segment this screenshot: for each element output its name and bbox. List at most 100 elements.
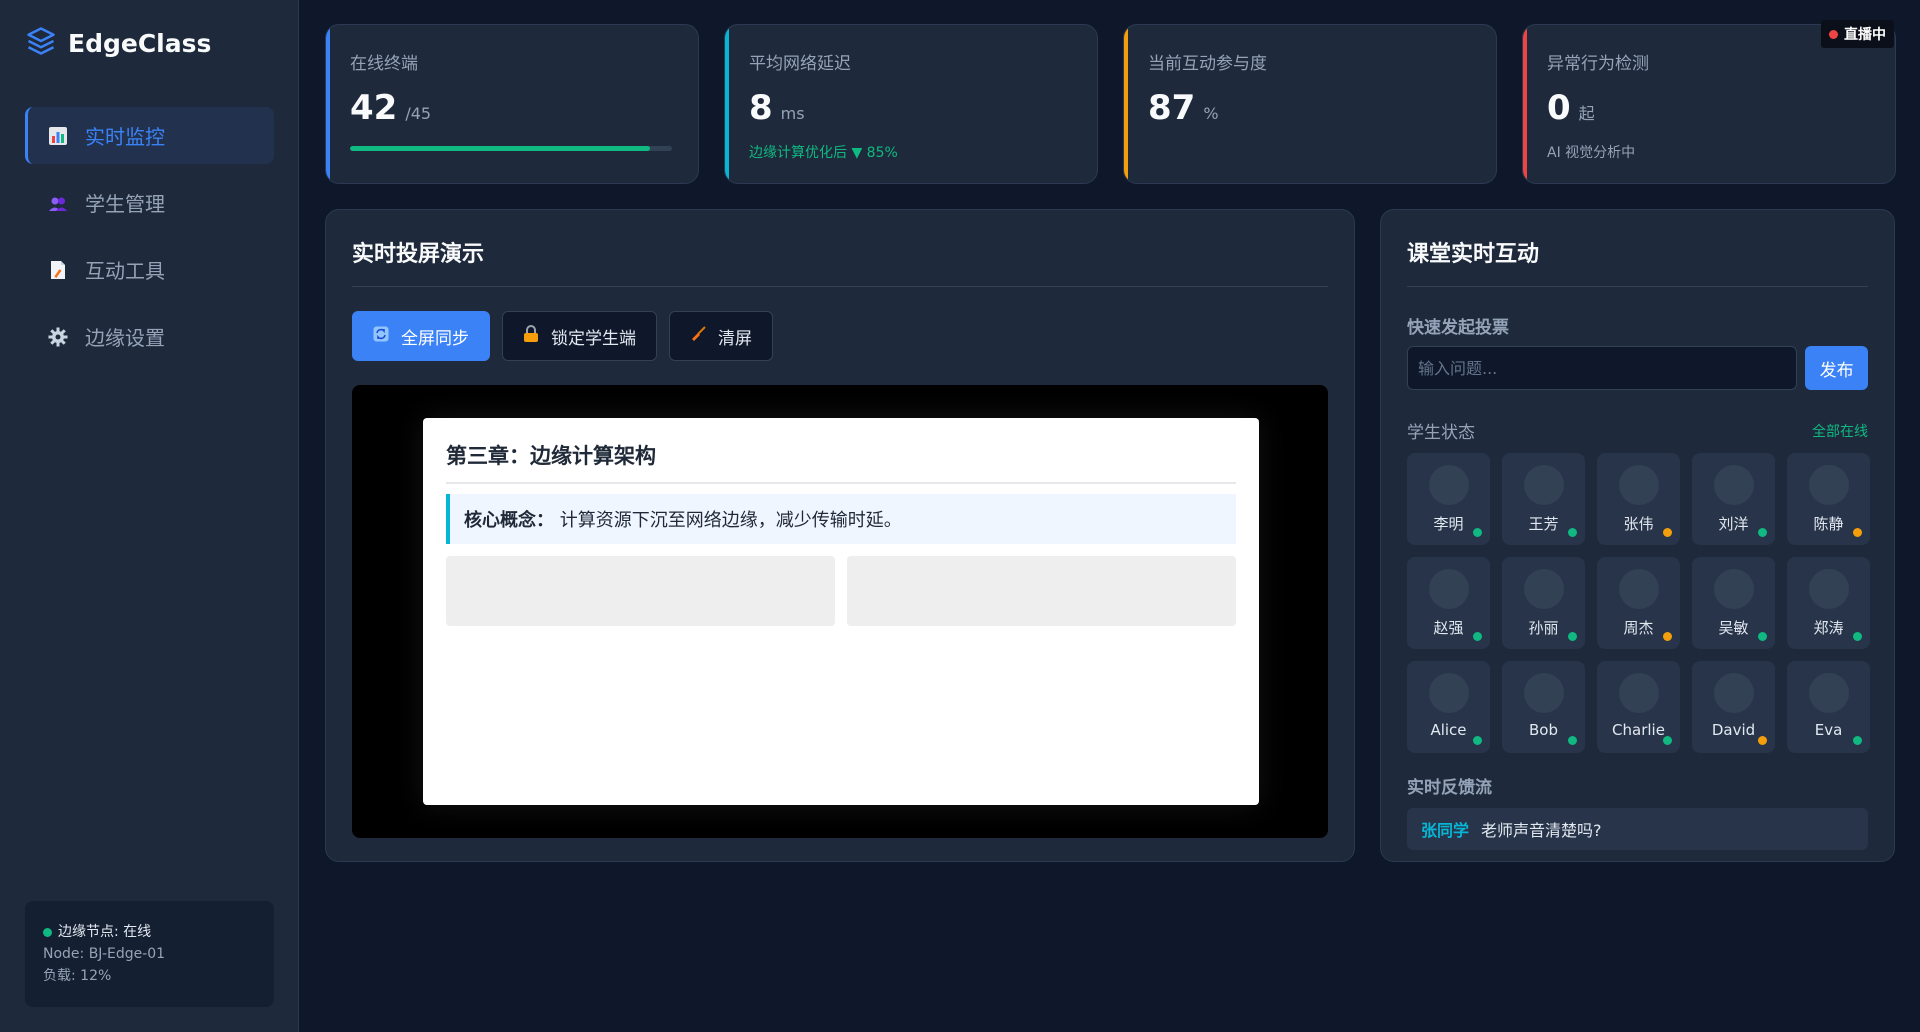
feedback-label: 实时反馈流 (1407, 778, 1492, 798)
node-id: Node: BJ-Edge-01 (43, 946, 166, 962)
student-card[interactable]: Eva (1787, 661, 1870, 753)
sidebar-item-label: 实时监控 (85, 125, 165, 149)
student-card[interactable]: 赵强 (1407, 557, 1490, 649)
student-card[interactable]: Bob (1502, 661, 1585, 753)
student-name: 吴敏 (1718, 619, 1749, 637)
avatar (1618, 673, 1659, 713)
fullscreen-sync-button[interactable]: 全屏同步 (352, 311, 490, 361)
interaction-panel: 课堂实时互动 快速发起投票 发布 学生状态 全部在线 李明 王芳 张伟 刘洋 陈静赵强 孙… (1380, 209, 1895, 862)
student-card[interactable]: Charlie (1597, 661, 1680, 753)
status-dot-icon (1853, 632, 1862, 641)
stat-unit: /45 (405, 104, 432, 123)
student-name: 张伟 (1623, 515, 1654, 533)
gear-icon (47, 326, 69, 348)
stat-label: 平均网络延迟 (749, 54, 851, 74)
status-dot-icon (1758, 736, 1767, 745)
sidebar-item-students[interactable]: 学生管理 (25, 174, 274, 231)
lock-students-button[interactable]: 锁定学生端 (502, 311, 657, 361)
student-card[interactable]: 王芳 (1502, 453, 1585, 545)
avatar (1428, 465, 1469, 505)
student-name: Alice (1430, 721, 1467, 739)
sidebar-item-monitor[interactable]: 实时监控 (25, 107, 274, 164)
sidebar: EdgeClass 实时监控 学生管理 互动工具 边缘设置 边缘节点: 在线 N… (0, 0, 299, 1032)
student-name: 李明 (1433, 515, 1464, 533)
sidebar-item-label: 学生管理 (85, 192, 165, 216)
stat-label: 异常行为检测 (1547, 54, 1649, 74)
status-dot-icon (1473, 528, 1482, 537)
stat-label: 在线终端 (350, 54, 418, 74)
status-dot-icon (1473, 736, 1482, 745)
avatar (1523, 465, 1564, 505)
student-name: 郑涛 (1813, 619, 1844, 637)
stat-value: 87 (1148, 88, 1196, 128)
student-name: 刘洋 (1718, 515, 1749, 533)
student-card[interactable]: 陈静 (1787, 453, 1870, 545)
avatar (1428, 569, 1469, 609)
status-dot-icon (1853, 528, 1862, 537)
stat-unit: 起 (1578, 104, 1595, 123)
edge-node-status: 边缘节点: 在线 Node: BJ-Edge-01 负载: 12% (25, 901, 274, 1007)
slide-title: 第三章：边缘计算架构 (446, 440, 1236, 484)
slide-concept: 核心概念： 计算资源下沉至网络边缘，减少传输时延。 (446, 494, 1236, 544)
stat-label: 当前互动参与度 (1148, 54, 1267, 74)
online-progress-bar (350, 146, 672, 151)
publish-button[interactable]: 发布 (1805, 346, 1868, 390)
student-card[interactable]: Alice (1407, 661, 1490, 753)
stat-card-engagement: 当前互动参与度 87 % (1123, 24, 1497, 184)
student-card[interactable]: 吴敏 (1692, 557, 1775, 649)
student-card[interactable]: 张伟 (1597, 453, 1680, 545)
sidebar-nav: 实时监控 学生管理 互动工具 边缘设置 (25, 107, 274, 375)
stat-card-anomaly: 异常行为检测 0 起 AI 视觉分析中 (1522, 24, 1896, 184)
feedback-item: 张同学 老师声音清楚吗? (1407, 808, 1868, 850)
avatar (1523, 673, 1564, 713)
slide-placeholder-box (847, 556, 1236, 626)
status-dot-icon (1663, 736, 1672, 745)
student-name: 陈静 (1813, 515, 1844, 533)
student-name: Charlie (1612, 721, 1665, 739)
student-name: Bob (1529, 721, 1558, 739)
all-online-link[interactable]: 全部在线 (1812, 421, 1868, 441)
avatar (1808, 673, 1849, 713)
vote-label: 快速发起投票 (1407, 318, 1509, 338)
document-icon (47, 259, 69, 281)
app-name: EdgeClass (68, 28, 212, 58)
screen-toolbar: 全屏同步 锁定学生端 清屏 (352, 311, 1328, 361)
projection-screen: 第三章：边缘计算架构 核心概念： 计算资源下沉至网络边缘，减少传输时延。 (352, 385, 1328, 838)
layers-icon (26, 26, 56, 60)
student-name: 赵强 (1433, 619, 1464, 637)
stat-value: 8 (749, 88, 773, 128)
stat-card-online: 在线终端 42 /45 (325, 24, 699, 184)
student-card[interactable]: 李明 (1407, 453, 1490, 545)
clear-screen-button[interactable]: 清屏 (669, 311, 773, 361)
student-name: Eva (1814, 721, 1843, 739)
panel-title: 实时投屏演示 (352, 236, 1328, 287)
student-card[interactable]: 刘洋 (1692, 453, 1775, 545)
student-name: David (1711, 721, 1756, 739)
sidebar-item-settings[interactable]: 边缘设置 (25, 308, 274, 365)
logo[interactable]: EdgeClass (26, 26, 211, 60)
screen-share-panel: 实时投屏演示 全屏同步 锁定学生端 清屏 第三章：边缘计算架构 核心概念： 计算… (325, 209, 1355, 862)
sidebar-item-tools[interactable]: 互动工具 (25, 241, 274, 298)
status-dot-icon (1473, 632, 1482, 641)
status-dot-icon (1568, 736, 1577, 745)
student-name: 周杰 (1623, 619, 1654, 637)
avatar (1713, 673, 1754, 713)
status-dot-icon (1853, 736, 1862, 745)
student-card[interactable]: David (1692, 661, 1775, 753)
panel-title: 课堂实时互动 (1407, 236, 1868, 287)
node-status-text: 边缘节点: 在线 (58, 924, 152, 940)
student-card[interactable]: 周杰 (1597, 557, 1680, 649)
avatar (1428, 673, 1469, 713)
vote-form: 发布 (1407, 346, 1868, 390)
student-card[interactable]: 孙丽 (1502, 557, 1585, 649)
vote-question-input[interactable] (1407, 346, 1798, 390)
concept-text: 计算资源下沉至网络边缘，减少传输时延。 (559, 510, 902, 531)
chart-icon (47, 125, 69, 147)
avatar (1808, 465, 1849, 505)
live-dot-icon (1829, 29, 1838, 39)
sidebar-item-label: 互动工具 (85, 259, 165, 283)
student-name: 孙丽 (1528, 619, 1559, 637)
ai-analysis-status: AI 视觉分析中 (1547, 145, 1636, 161)
avatar (1713, 465, 1754, 505)
student-card[interactable]: 郑涛 (1787, 557, 1870, 649)
